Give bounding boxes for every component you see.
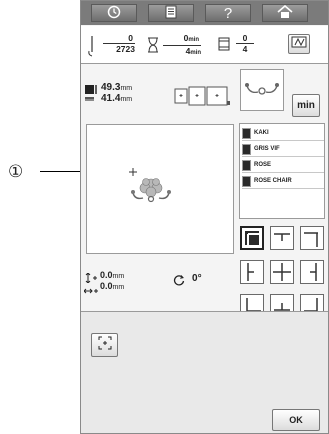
thread-color-list: KAKI GRIS VIF ROSE ROSE CHAIR (239, 123, 325, 219)
embroidery-preview[interactable] (86, 124, 234, 254)
top-navigation-bar: ? (81, 1, 328, 25)
spool-icon (242, 143, 251, 155)
clock-icon (107, 5, 121, 22)
size-icon (84, 84, 98, 107)
time-counter: 0min 4min (163, 33, 201, 59)
help-icon: ? (223, 4, 233, 22)
home-button[interactable] (262, 4, 308, 22)
hoop-size-indicator (173, 85, 231, 112)
horizontal-move-icon (83, 282, 98, 300)
align-middle-left-button[interactable] (240, 260, 264, 284)
pattern-image (129, 175, 173, 210)
trial-frame-icon (98, 336, 112, 355)
spool-icon (242, 159, 251, 171)
trial-button[interactable] (91, 333, 118, 357)
hourglass-icon (147, 37, 159, 58)
stitch-counter: 0 2723 (103, 33, 135, 55)
thread-item: KAKI (242, 126, 324, 141)
spool-icon (242, 175, 251, 187)
min-button[interactable]: min (292, 94, 320, 117)
align-middle-right-button[interactable] (300, 260, 324, 284)
rotate-icon (173, 273, 185, 291)
bottom-panel: OK (81, 311, 328, 433)
ok-button[interactable]: OK (272, 409, 320, 431)
align-top-center-button[interactable] (270, 226, 294, 250)
thread-item: ROSE CHAIR (242, 174, 324, 189)
counters-row: 0 2723 0min 4min 0 4 (81, 26, 328, 64)
align-top-left-button[interactable] (240, 226, 264, 250)
align-center-button[interactable] (270, 260, 294, 284)
clock-button[interactable] (91, 4, 137, 22)
size-info: 49.3mm 41.4mm (101, 82, 133, 104)
tension-button[interactable] (288, 34, 310, 54)
needle-icon (87, 35, 97, 62)
tension-icon (291, 35, 307, 53)
callout-marker: ① (8, 162, 24, 181)
color-counter: 0 4 (236, 33, 254, 55)
needle-position-marker (129, 163, 137, 176)
home-icon (277, 4, 293, 22)
horizontal-position: 0.0mm (100, 281, 125, 291)
rotation-angle: 0° (192, 273, 202, 284)
thread-color-icon (218, 37, 230, 56)
align-top-right-button[interactable] (300, 226, 324, 250)
thread-item: GRIS VIF (242, 142, 324, 157)
spool-icon (242, 127, 251, 139)
document-icon (165, 5, 177, 22)
pattern-thumbnail (240, 69, 284, 111)
help-button[interactable]: ? (205, 4, 251, 22)
thread-item: ROSE (242, 158, 324, 173)
document-button[interactable] (148, 4, 194, 22)
